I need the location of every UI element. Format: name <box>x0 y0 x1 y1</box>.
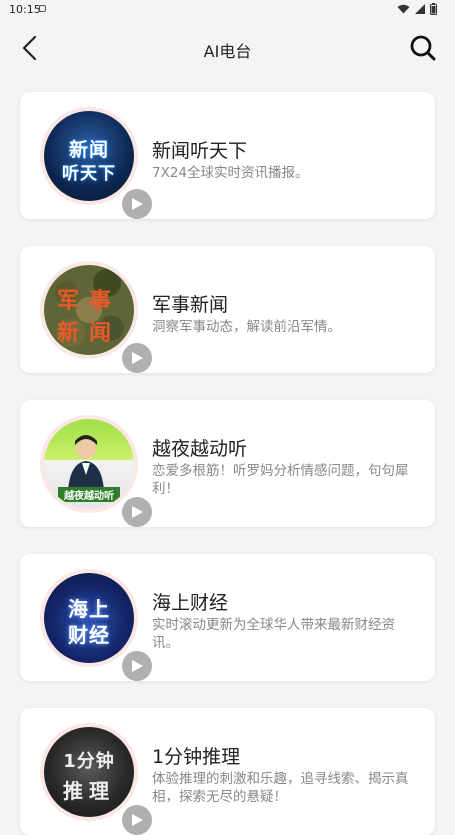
cover-text-line: 推理 <box>63 779 115 803</box>
play-button[interactable] <box>122 189 152 219</box>
station-card[interactable]: 1分钟 推理 1分钟推理 体验推理的刺激和乐趣，追寻线索、揭示真相，探索无尽的悬… <box>20 708 435 835</box>
station-card[interactable]: 越夜越动听 越夜越动听 恋爱多根筋！听罗妈分析情感问题，句句犀利！ <box>20 400 435 527</box>
station-title: 海上财经 <box>152 592 229 614</box>
play-icon <box>132 660 143 672</box>
station-description: 实时滚动更新为全球华人带来最新财经资讯。 <box>152 617 395 651</box>
cover-image: 1分钟 推理 <box>44 727 134 817</box>
play-icon <box>132 198 143 210</box>
station-card[interactable]: 军事 新闻 军事新闻 洞察军事动态，解读前沿军情。 <box>20 246 435 373</box>
cover-image: 越夜越动听 <box>44 419 134 509</box>
station-title: 新闻听天下 <box>152 140 248 162</box>
search-icon <box>410 35 436 61</box>
station-title: 军事新闻 <box>152 294 229 316</box>
play-icon <box>132 814 143 826</box>
cover-text-line: 1分钟 <box>63 751 115 772</box>
cover-text-line: 军事 <box>56 289 121 314</box>
station-cover: 新闻 听天下 <box>40 107 152 219</box>
status-bar: 10:15 <box>0 0 455 20</box>
cover-text-line: 新闻 <box>68 139 109 161</box>
station-description: 体验推理的刺激和乐趣，追寻线索、揭示真相，探索无尽的悬疑！ <box>152 771 409 805</box>
cover-text-line: 越夜越动听 <box>58 487 120 502</box>
station-card[interactable]: 新闻 听天下 新闻听天下 7X24全球实时资讯播报。 <box>20 92 435 219</box>
signal-icon <box>415 4 425 14</box>
station-title: 1分钟推理 <box>152 746 241 768</box>
station-cover: 越夜越动听 <box>40 415 152 527</box>
cover-image: 海上 财经 <box>44 573 134 663</box>
cover-text-line: 听天下 <box>62 164 116 184</box>
play-button[interactable] <box>122 805 152 835</box>
play-icon <box>132 506 143 518</box>
station-description: 恋爱多根筋！听罗妈分析情感问题，句句犀利！ <box>152 463 409 497</box>
wifi-icon <box>397 4 410 14</box>
station-cover: 1分钟 推理 <box>40 723 152 835</box>
station-cover: 军事 新闻 <box>40 261 152 373</box>
cover-image: 新闻 听天下 <box>44 111 134 201</box>
station-description: 7X24全球实时资讯播报。 <box>152 165 309 181</box>
status-icons <box>397 3 437 15</box>
cover-image: 军事 新闻 <box>44 265 134 355</box>
page-title: AI电台 <box>203 42 252 61</box>
station-cover: 海上 财经 <box>40 569 152 681</box>
play-button[interactable] <box>122 343 152 373</box>
search-button[interactable] <box>409 34 437 62</box>
cover-text-line: 财经 <box>68 623 110 647</box>
notification-icon <box>39 5 46 12</box>
station-title: 越夜越动听 <box>152 438 248 460</box>
station-description: 洞察军事动态，解读前沿军情。 <box>152 319 341 335</box>
station-card[interactable]: 海上 财经 海上财经 实时滚动更新为全球华人带来最新财经资讯。 <box>20 554 435 681</box>
status-time: 10:15 <box>9 3 41 16</box>
cover-text-line: 海上 <box>68 597 110 621</box>
play-icon <box>132 352 143 364</box>
header: AI电台 <box>0 20 455 76</box>
play-button[interactable] <box>122 651 152 681</box>
play-button[interactable] <box>122 497 152 527</box>
cover-text-line: 新闻 <box>56 321 121 346</box>
battery-icon <box>430 3 437 15</box>
